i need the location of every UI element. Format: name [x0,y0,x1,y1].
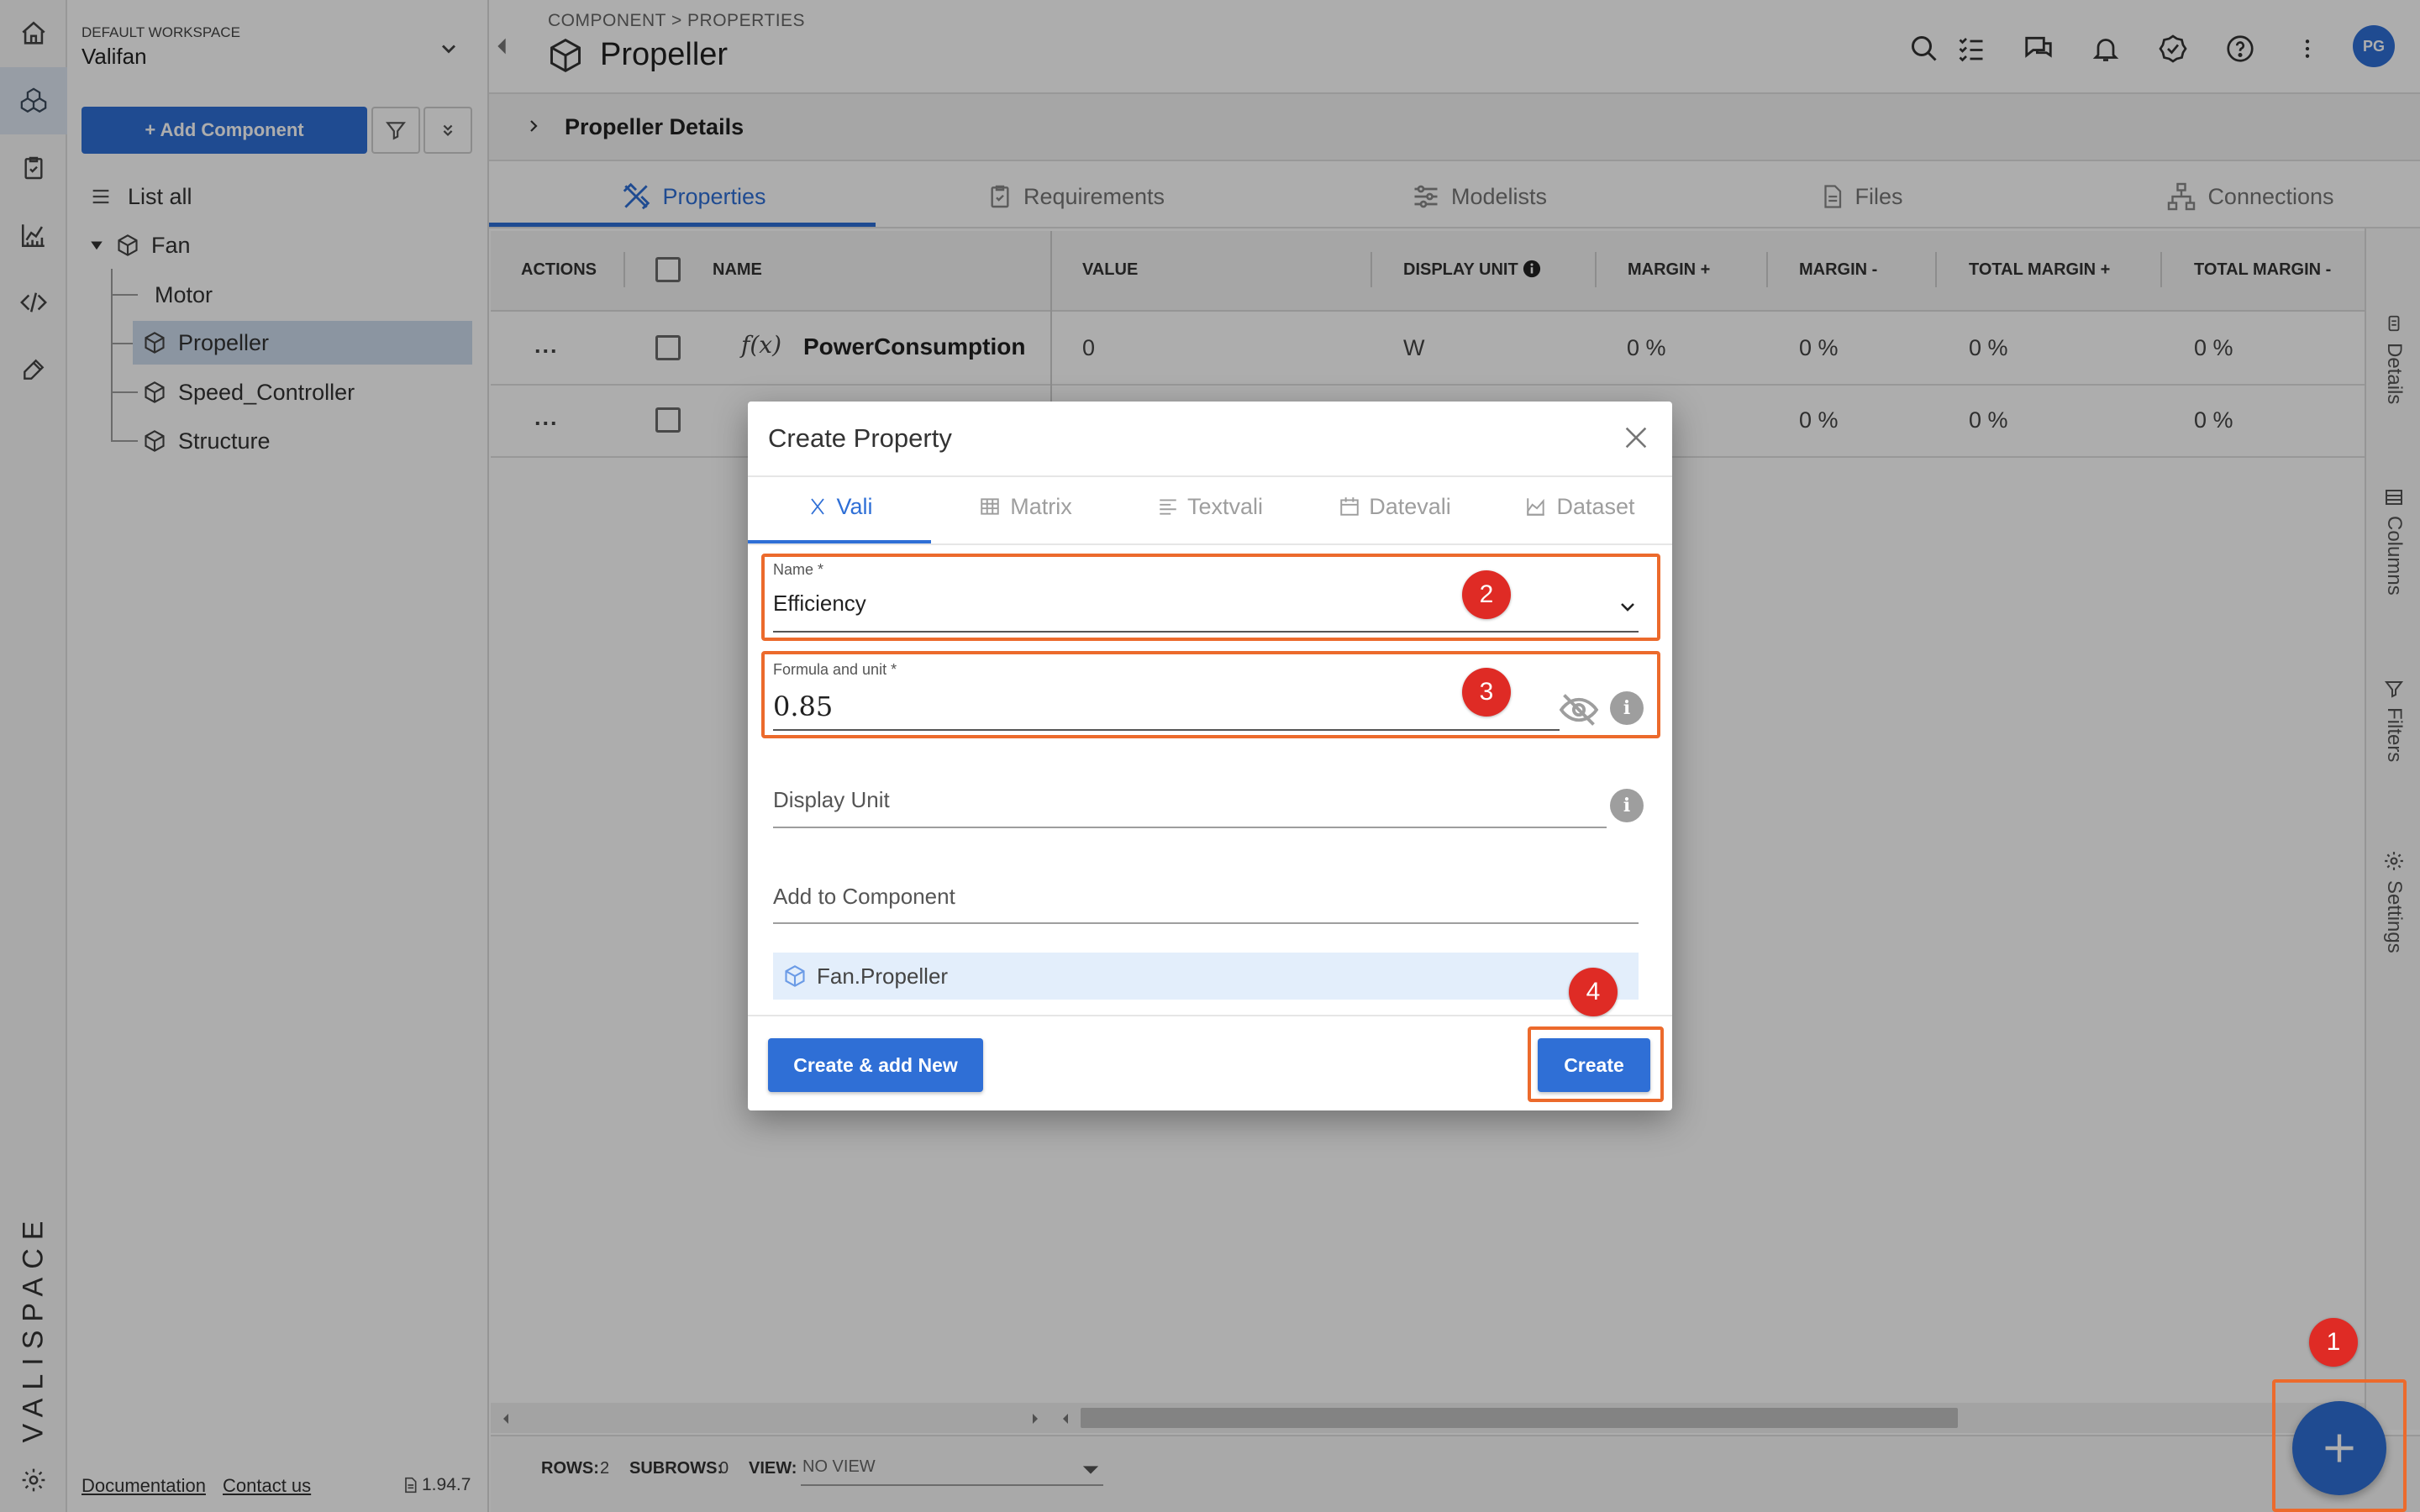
step-badge-4: 4 [1569,968,1618,1016]
matrix-icon [981,498,999,515]
component-icon [785,965,805,987]
dialog-title: Create Property [768,423,952,453]
dialog-tab-datevali[interactable]: Datevali [1302,480,1487,533]
text-icon [1160,499,1176,515]
create-and-add-new-button[interactable]: Create & add New [768,1038,983,1092]
dialog-tab-textvali[interactable]: Textvali [1118,480,1302,533]
display-unit-field[interactable]: Display Unit [773,787,890,813]
dialog-tab-vali[interactable]: Vali [748,480,933,533]
create-property-dialog: Create Property Vali Matrix Textvali Dat… [748,402,1672,1110]
vali-icon [811,498,825,515]
highlight-name-field [761,554,1660,641]
dialog-tab-matrix[interactable]: Matrix [933,480,1118,533]
calendar-icon [1340,497,1359,516]
dialog-tab-dataset[interactable]: Dataset [1487,480,1672,533]
area-chart-icon [1527,498,1545,516]
step-badge-3: 3 [1462,668,1511,717]
highlight-formula-field [761,651,1660,738]
component-chip[interactable]: Fan.Propeller [773,953,1639,1000]
step-badge-2: 2 [1462,570,1511,619]
highlight-create-button [1528,1026,1664,1102]
add-to-component-field[interactable]: Add to Component [773,884,955,910]
highlight-fab [2272,1379,2407,1512]
close-icon[interactable] [1622,423,1650,452]
step-badge-1: 1 [2309,1318,2358,1367]
info-icon[interactable]: i [1610,789,1644,822]
